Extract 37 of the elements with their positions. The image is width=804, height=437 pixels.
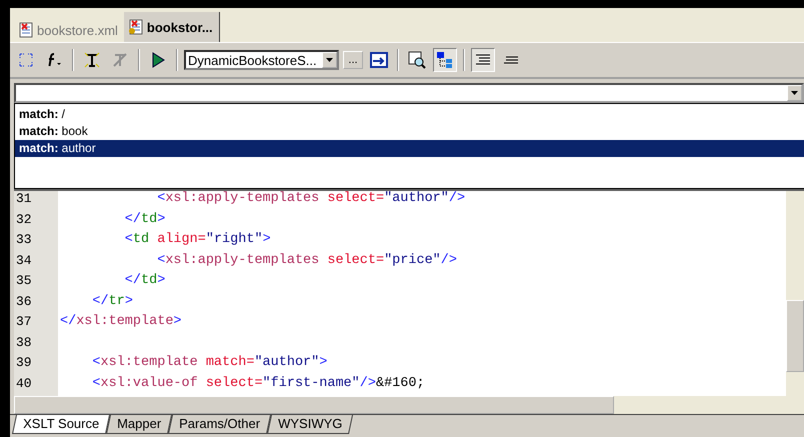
browse-button[interactable]: ... xyxy=(343,51,363,69)
code-line: </xsl:template> xyxy=(60,314,182,329)
view-tab[interactable]: XSLT Source xyxy=(12,415,110,434)
document-tab[interactable]: bookstor... xyxy=(124,12,220,42)
view-tab[interactable]: WYSIWYG xyxy=(267,415,354,434)
code-line: <xsl:apply-templates select="price"/> xyxy=(156,252,457,268)
caret-icon xyxy=(326,58,333,62)
line-number: 38 xyxy=(15,334,33,352)
line-number: 33 xyxy=(15,232,33,249)
line-number: 35 xyxy=(15,273,33,290)
template-item[interactable]: match: author xyxy=(15,140,804,157)
align-justify-icon[interactable] xyxy=(471,48,495,72)
line-number: 39 xyxy=(15,355,33,372)
template-dropdown[interactable] xyxy=(14,83,804,103)
view-tab[interactable]: Params/Other xyxy=(168,415,272,434)
line-number: 32 xyxy=(15,212,33,228)
line-number: 34 xyxy=(15,252,33,270)
code-line: </td> xyxy=(124,273,166,288)
code-line: <td align="right"> xyxy=(124,232,271,247)
document-icon xyxy=(128,19,144,35)
document-icon xyxy=(18,22,34,38)
caret-icon xyxy=(791,91,798,95)
line-number: 36 xyxy=(15,294,33,310)
code-line: </tr> xyxy=(91,294,133,308)
code-line: <xsl:apply-templates select="author"/> xyxy=(156,191,466,206)
line-number: 40 xyxy=(15,376,33,392)
horizontal-scrollbar[interactable] xyxy=(14,396,804,414)
code-line: <xsl:value-of select="first-name"/>&#160; xyxy=(91,376,425,390)
vertical-scrollbar[interactable] xyxy=(786,191,804,396)
view-tab[interactable]: Mapper xyxy=(106,415,172,434)
tree-view-icon[interactable] xyxy=(433,48,457,72)
document-tab[interactable]: bookstore.xml xyxy=(14,18,124,42)
line-number: 37 xyxy=(15,314,33,331)
stylesheet-dropdown[interactable]: DynamicBookstoreS... xyxy=(184,50,339,70)
code-line: <xsl:template match="author"> xyxy=(91,355,328,370)
line-number: 31 xyxy=(15,191,33,208)
code-line: </td> xyxy=(124,212,166,226)
